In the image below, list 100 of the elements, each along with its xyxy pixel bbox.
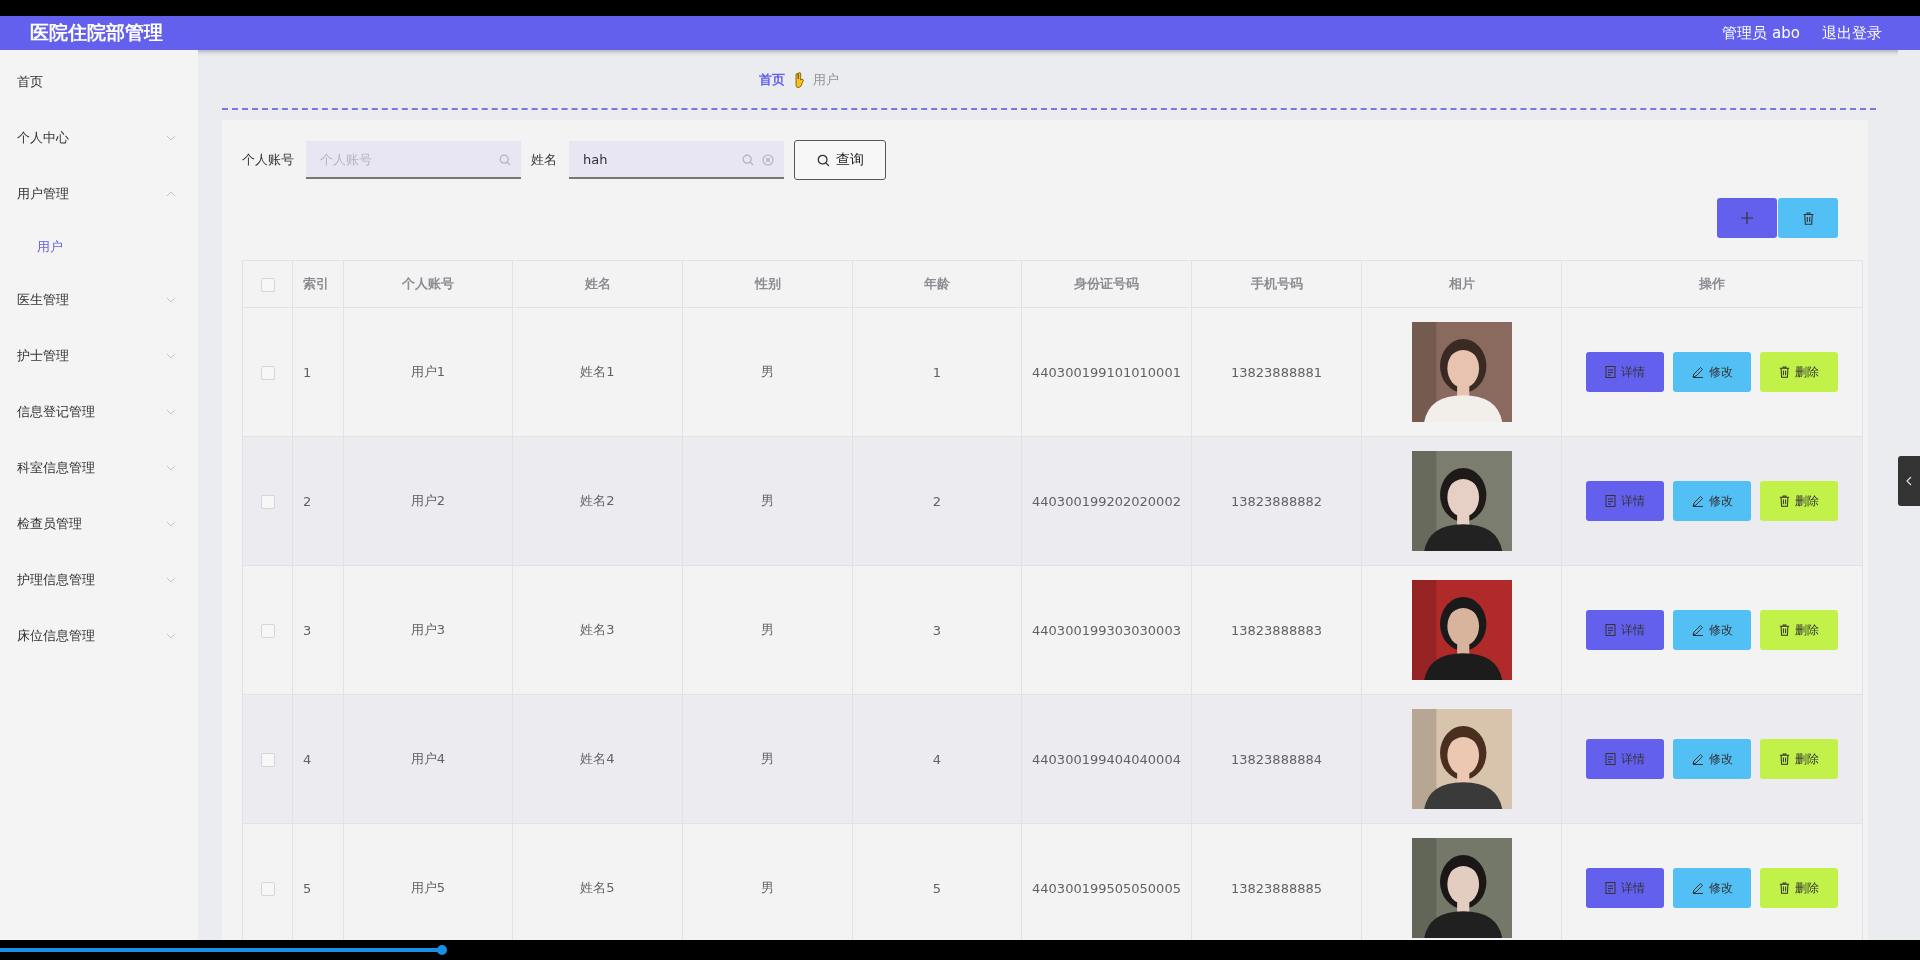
edit-button[interactable]: 修改 bbox=[1673, 739, 1751, 779]
table-cell: 姓名2 bbox=[512, 436, 683, 566]
sidebar-item[interactable]: 护理信息管理 bbox=[0, 552, 198, 608]
progress-handle[interactable] bbox=[436, 945, 447, 955]
table-cell: 3 bbox=[852, 565, 1022, 695]
row-checkbox[interactable] bbox=[260, 494, 275, 509]
sidebar-item[interactable]: 医生管理 bbox=[0, 272, 198, 328]
document-icon bbox=[1605, 495, 1616, 507]
edit-button[interactable]: 修改 bbox=[1673, 352, 1751, 392]
sidebar-item[interactable]: 检查员管理 bbox=[0, 496, 198, 552]
trash-icon bbox=[1779, 366, 1790, 378]
row-checkbox[interactable] bbox=[260, 623, 275, 638]
table-cell: 4 bbox=[292, 694, 344, 824]
trash-icon bbox=[1779, 495, 1790, 507]
chevron-icon bbox=[166, 633, 176, 639]
clear-icon[interactable] bbox=[762, 154, 774, 166]
table-cell: 440300199404040004 bbox=[1021, 694, 1192, 824]
delete-button[interactable]: 删除 bbox=[1760, 352, 1838, 392]
chevron-icon bbox=[166, 577, 176, 583]
sidebar-subitem[interactable]: 用户 bbox=[0, 222, 198, 272]
video-progress-track[interactable] bbox=[0, 940, 1920, 960]
collapse-handle[interactable] bbox=[1898, 456, 1920, 506]
sidebar-item[interactable]: 用户管理 bbox=[0, 166, 198, 222]
table-cell: 13823888881 bbox=[1191, 307, 1362, 437]
table-cell: 2 bbox=[852, 436, 1022, 566]
table-cell: 男 bbox=[682, 436, 853, 566]
table-cell: 用户4 bbox=[343, 694, 513, 824]
chevron-left-icon bbox=[1906, 476, 1912, 486]
column-header: 手机号码 bbox=[1191, 260, 1362, 308]
table-cell: 440300199101010001 bbox=[1021, 307, 1192, 437]
search-icon bbox=[742, 154, 754, 166]
column-header: 个人账号 bbox=[343, 260, 513, 308]
search-button[interactable]: 查询 bbox=[794, 140, 886, 180]
column-header: 姓名 bbox=[512, 260, 683, 308]
breadcrumb-item[interactable]: 首页 bbox=[759, 71, 785, 89]
column-header: 相片 bbox=[1361, 260, 1562, 308]
column-header: 索引 bbox=[292, 260, 344, 308]
field-label: 个人账号 bbox=[242, 151, 294, 169]
sidebar-item[interactable]: 个人中心 bbox=[0, 110, 198, 166]
row-checkbox[interactable] bbox=[260, 881, 275, 896]
column-header: 操作 bbox=[1561, 260, 1863, 308]
chevron-icon bbox=[166, 521, 176, 527]
trash-icon bbox=[1779, 882, 1790, 894]
table-cell: 4 bbox=[852, 694, 1022, 824]
chevron-icon bbox=[166, 353, 176, 359]
edit-button[interactable]: 修改 bbox=[1673, 868, 1751, 908]
delete-button[interactable]: 删除 bbox=[1760, 481, 1838, 521]
plus-icon bbox=[1741, 212, 1753, 224]
pencil-icon bbox=[1691, 495, 1704, 507]
pencil-icon bbox=[1691, 624, 1704, 636]
chevron-icon bbox=[166, 465, 176, 471]
pencil-icon bbox=[1691, 882, 1704, 894]
sidebar-item[interactable]: 科室信息管理 bbox=[0, 440, 198, 496]
trash-icon bbox=[1779, 753, 1790, 765]
delete-button[interactable]: 删除 bbox=[1760, 610, 1838, 650]
search-icon bbox=[499, 154, 511, 166]
delete-button[interactable] bbox=[1778, 198, 1838, 238]
select-all-checkbox[interactable] bbox=[260, 277, 275, 292]
table-cell: 13823888883 bbox=[1191, 565, 1362, 695]
edit-button[interactable]: 修改 bbox=[1673, 610, 1751, 650]
table-cell: 13823888882 bbox=[1191, 436, 1362, 566]
table-cell: 姓名1 bbox=[512, 307, 683, 437]
sidebar-item[interactable]: 信息登记管理 bbox=[0, 384, 198, 440]
sidebar-item[interactable]: 首页 bbox=[0, 54, 198, 110]
table-cell: 姓名4 bbox=[512, 694, 683, 824]
table-cell: 440300199303030003 bbox=[1021, 565, 1192, 695]
delete-button[interactable]: 删除 bbox=[1760, 868, 1838, 908]
edit-button[interactable]: 修改 bbox=[1673, 481, 1751, 521]
search-field[interactable]: hah bbox=[569, 141, 784, 179]
chevron-icon bbox=[166, 409, 176, 415]
document-icon bbox=[1605, 366, 1616, 378]
table-cell: 用户2 bbox=[343, 436, 513, 566]
chevron-icon bbox=[166, 191, 176, 197]
row-checkbox[interactable] bbox=[260, 752, 275, 767]
table-cell: 1 bbox=[852, 307, 1022, 437]
pencil-icon bbox=[1691, 366, 1704, 378]
hand-icon bbox=[793, 72, 805, 88]
chevron-icon bbox=[166, 297, 176, 303]
logout-link[interactable]: 退出登录 bbox=[1822, 23, 1882, 43]
user-label: 管理员 abo bbox=[1722, 23, 1800, 43]
sidebar-item[interactable]: 床位信息管理 bbox=[0, 608, 198, 664]
sidebar-item[interactable]: 护士管理 bbox=[0, 328, 198, 384]
app-title: 医院住院部管理 bbox=[30, 20, 163, 45]
search-icon bbox=[816, 153, 830, 167]
trash-icon bbox=[1779, 624, 1790, 636]
table-cell: 男 bbox=[682, 565, 853, 695]
table-cell: 1 bbox=[292, 307, 344, 437]
table-cell: 用户3 bbox=[343, 565, 513, 695]
table-cell: 姓名3 bbox=[512, 565, 683, 695]
chevron-icon bbox=[166, 135, 176, 141]
table-cell: 男 bbox=[682, 694, 853, 824]
row-checkbox[interactable] bbox=[260, 365, 275, 380]
delete-button[interactable]: 删除 bbox=[1760, 739, 1838, 779]
table-cell: 用户1 bbox=[343, 307, 513, 437]
table-cell: 2 bbox=[292, 436, 344, 566]
trash-icon bbox=[1802, 211, 1814, 225]
column-header: 性别 bbox=[682, 260, 853, 308]
table-cell: 440300199202020002 bbox=[1021, 436, 1192, 566]
document-icon bbox=[1605, 624, 1616, 636]
table-cell: 3 bbox=[292, 565, 344, 695]
